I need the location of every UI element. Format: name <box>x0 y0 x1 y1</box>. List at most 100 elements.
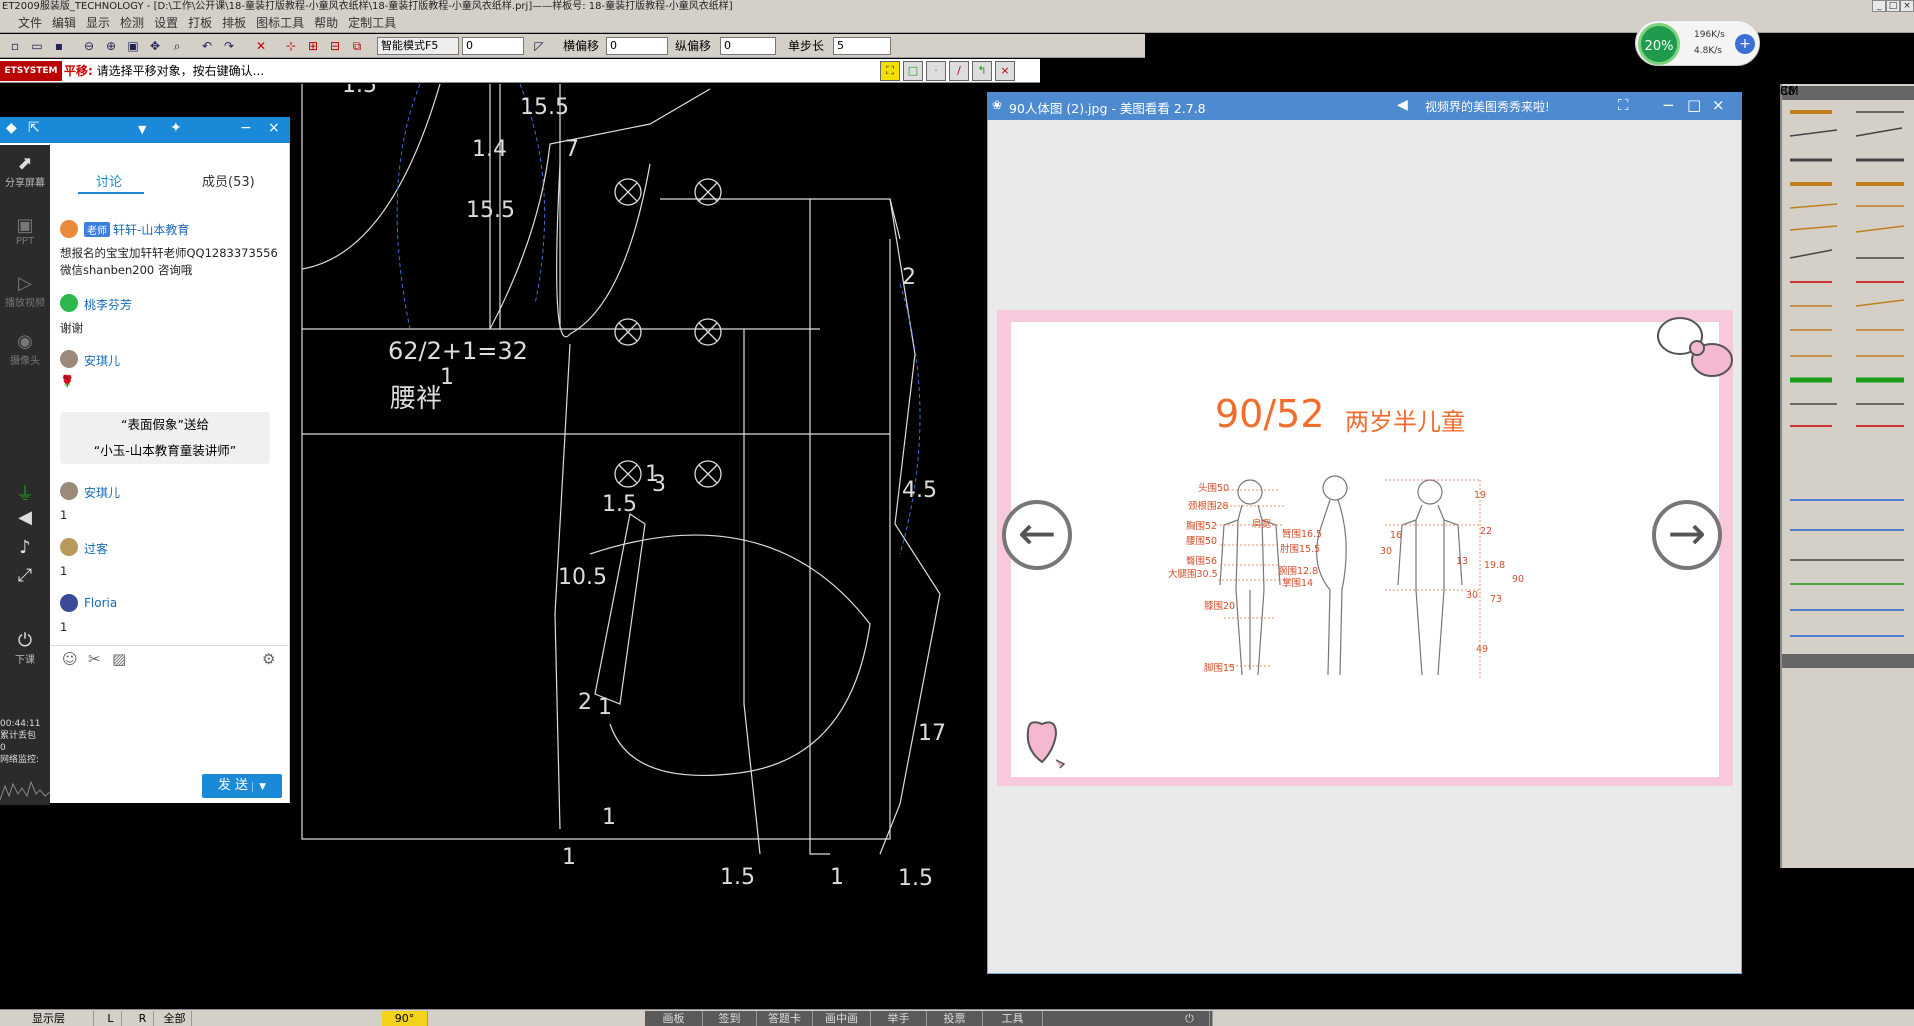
value-input[interactable]: 0 <box>462 37 524 55</box>
menu-custom-tools[interactable]: 定制工具 <box>343 13 401 33</box>
cm-unit-icon[interactable]: CM <box>1780 84 1799 98</box>
layer-display-button[interactable]: 显示层 <box>4 1011 94 1026</box>
home-icon[interactable]: ◆ <box>6 120 17 136</box>
fit-view-icon[interactable]: ▣ <box>124 37 142 55</box>
menu-settings[interactable]: 设置 <box>149 13 183 33</box>
viewer-ad-text[interactable]: 视频界的美图秀秀来啦! <box>1425 98 1550 115</box>
raise-hand-button[interactable]: 举手 <box>871 1011 927 1026</box>
fullscreen-button[interactable]: ⤢ <box>0 565 50 586</box>
speaker-icon[interactable]: ◀ <box>1397 97 1408 113</box>
zoom-window-icon[interactable]: ⌕ <box>168 37 186 55</box>
menu-layout[interactable]: 排板 <box>217 13 251 33</box>
power-icon[interactable]: ⏻ <box>1170 1011 1210 1026</box>
pan-icon[interactable]: ✥ <box>146 37 164 55</box>
whiteboard-button[interactable]: 画板 <box>645 1011 703 1026</box>
right-toggle-button[interactable]: R <box>132 1011 154 1026</box>
cad-dim-label: 1.5 <box>898 866 933 891</box>
scissors-icon[interactable]: ✂ <box>88 650 101 668</box>
ppt-button[interactable]: ▣ PPT <box>0 215 50 247</box>
open-folder-icon[interactable]: ▭ <box>28 37 46 55</box>
maximize-icon[interactable]: □ <box>1687 96 1701 114</box>
author-name[interactable]: 轩轩-山本教育 <box>113 223 189 237</box>
close-icon[interactable]: × <box>1712 96 1725 114</box>
avatar <box>60 594 78 612</box>
snap-mode-icon[interactable]: ⛶ <box>880 61 900 81</box>
cad-dim-label: 2 <box>578 690 592 715</box>
pocket-flap <box>594 513 646 705</box>
tab-members[interactable]: 成员(53) <box>202 171 255 190</box>
tools-button[interactable]: 工具 <box>983 1011 1043 1026</box>
move-snap-icon[interactable]: ↰ <box>972 61 992 81</box>
delete-select-icon[interactable]: ✕ <box>252 37 270 55</box>
mode-select[interactable]: 智能模式F5 <box>377 37 459 55</box>
rectangle-snap-icon[interactable]: □ <box>903 61 923 81</box>
step-input[interactable]: 5 <box>833 37 891 55</box>
angle-tool-icon[interactable]: ◸ <box>530 37 548 55</box>
answer-card-button[interactable]: 答题卡 <box>757 1011 813 1026</box>
h-offset-input[interactable]: 0 <box>606 37 668 55</box>
dashed-armhole <box>396 84 421 330</box>
network-monitor-graph <box>0 780 51 801</box>
zoom-in-icon[interactable]: ⊕ <box>102 37 120 55</box>
sign-in-button[interactable]: 签到 <box>703 1011 757 1026</box>
mirror-tool-icon[interactable]: ⧉ <box>348 37 366 55</box>
menu-check[interactable]: 检测 <box>115 13 149 33</box>
author-name[interactable]: 安琪儿 <box>84 352 304 369</box>
align-tool-icon[interactable]: ⊟ <box>326 37 344 55</box>
share-screen-button[interactable]: ⬈ 分享屏幕 <box>0 153 50 189</box>
point-snap-icon[interactable]: · <box>926 61 946 81</box>
cad-dim-label: 1.4 <box>472 137 507 162</box>
close-button[interactable]: × <box>1900 0 1914 12</box>
fullscreen-icon[interactable]: ⛶ <box>1618 96 1629 114</box>
author-name[interactable]: 桃李芬芳 <box>84 296 304 313</box>
angle-indicator[interactable]: 90° <box>382 1011 428 1026</box>
minimize-chat-button[interactable]: − <box>240 120 252 136</box>
gear-icon[interactable]: ⚙ <box>262 650 275 668</box>
speed-boost-icon[interactable]: + <box>1735 34 1755 54</box>
vote-button[interactable]: 投票 <box>927 1011 983 1026</box>
author-name[interactable]: 过客 <box>84 540 304 557</box>
dropdown-icon[interactable]: ▼ <box>138 123 146 136</box>
all-toggle-button[interactable]: 全部 <box>158 1011 192 1026</box>
redo-icon[interactable]: ↷ <box>220 37 238 55</box>
menu-view[interactable]: 显示 <box>81 13 115 33</box>
zoom-out-icon[interactable]: ⊖ <box>80 37 98 55</box>
author-name[interactable]: 安琪儿 <box>84 484 304 501</box>
menu-help[interactable]: 帮助 <box>309 13 343 33</box>
emoji-icon[interactable]: ☺ <box>62 650 78 668</box>
chat-input[interactable] <box>58 675 282 765</box>
camera-button[interactable]: ◉ 摄像头 <box>0 331 50 367</box>
undo-icon[interactable]: ↶ <box>198 37 216 55</box>
grid-tool-icon[interactable]: ⊞ <box>304 37 322 55</box>
next-image-button[interactable]: → <box>1652 500 1722 570</box>
picture-in-picture-button[interactable]: 画中画 <box>813 1011 871 1026</box>
menu-icon-tools[interactable]: 图标工具 <box>251 13 309 33</box>
tab-discussion[interactable]: 讨论 <box>96 171 122 190</box>
play-video-button[interactable]: ▷ 播放视频 <box>0 273 50 309</box>
minimize-icon[interactable]: − <box>1662 96 1675 114</box>
maximize-button[interactable]: □ <box>1886 0 1900 12</box>
speaker-button[interactable]: ◀ <box>0 507 50 528</box>
menu-edit[interactable]: 编辑 <box>47 13 81 33</box>
left-toggle-button[interactable]: L <box>100 1011 122 1026</box>
new-file-icon[interactable]: ▫ <box>6 37 24 55</box>
minimize-button[interactable]: _ <box>1872 0 1886 12</box>
previous-image-button[interactable]: ← <box>1002 500 1072 570</box>
mic-button[interactable]: ⏚ <box>0 480 50 506</box>
pin-icon[interactable]: ✦ <box>170 120 182 136</box>
popout-icon[interactable]: ⇱ <box>28 120 40 136</box>
image-icon[interactable]: ▨ <box>112 650 126 668</box>
send-button[interactable]: 发 送 ▼ <box>202 774 282 798</box>
author-name[interactable]: Floria <box>84 596 304 610</box>
menu-file[interactable]: 文件 <box>0 13 47 33</box>
clear-snap-icon[interactable]: × <box>995 61 1015 81</box>
menu-pattern[interactable]: 打板 <box>183 13 217 33</box>
end-class-button[interactable]: ⏻ 下课 <box>0 630 50 666</box>
point-tool-icon[interactable]: ⊹ <box>282 37 300 55</box>
line-snap-icon[interactable]: / <box>949 61 969 81</box>
send-options-icon[interactable]: ▼ <box>252 782 267 792</box>
save-icon[interactable]: ▪ <box>50 37 68 55</box>
close-chat-button[interactable]: × <box>268 120 280 136</box>
music-button[interactable]: ♪ <box>0 537 50 558</box>
v-offset-input[interactable]: 0 <box>720 37 776 55</box>
